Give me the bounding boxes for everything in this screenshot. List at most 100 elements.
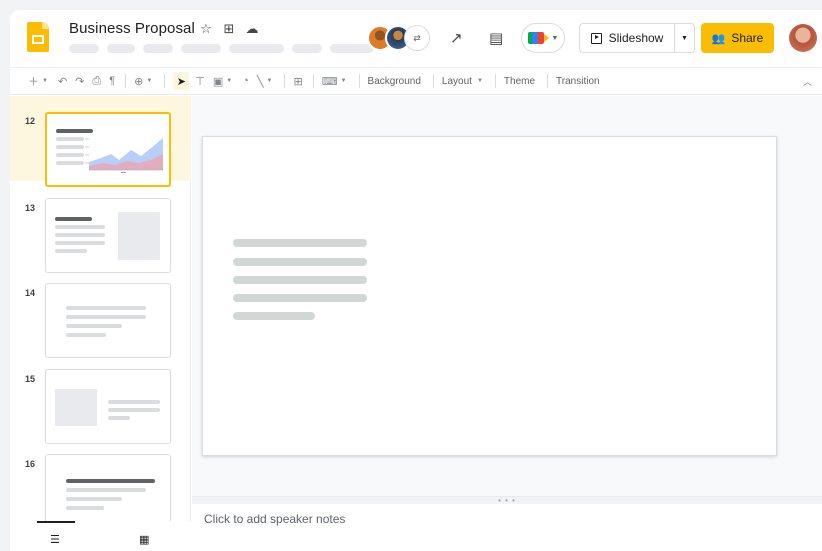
meet-button[interactable]: ▼ [521,23,565,53]
toolbar-divider [164,74,166,88]
paint-format-icon[interactable]: ¶ [109,75,115,87]
document-title[interactable]: Business Proposal [69,20,195,37]
shape-icon[interactable]: ◔ [242,75,249,87]
thumb-title [55,217,92,221]
thumb-area-chart [85,138,163,173]
input-tools-icon[interactable]: ⌨ [322,75,338,88]
thumb-line [66,488,146,492]
current-slide[interactable] [202,136,777,456]
menu-item[interactable] [143,44,173,53]
slides-logo-icon[interactable] [27,22,49,52]
slide-thumbnail-12[interactable] [45,112,171,187]
thumb-line [55,249,87,253]
slide-number: 16 [25,459,36,469]
grid-view-icon[interactable]: ▦ [139,533,149,546]
add-comment-icon[interactable]: ⊞ [293,75,302,88]
slide-text-line [233,276,367,284]
insert-image-icon[interactable]: ▣ [213,75,223,88]
more-collaborators-icon[interactable]: ⇄ [404,25,430,51]
slide-thumbnail-16[interactable] [45,454,171,529]
thumb-line [56,137,84,141]
chevron-down-icon[interactable]: ▼ [226,78,232,84]
chevron-down-icon[interactable]: ▼ [42,78,48,84]
slide-number: 14 [25,288,36,298]
redo-icon[interactable]: ↷ [75,75,84,88]
menu-item[interactable] [107,44,135,53]
filmstrip: 12 13 14 15 16 ☰ ▦ [10,96,191,551]
notes-resize-handle[interactable]: • • • [192,496,822,505]
menu-item[interactable] [229,44,284,53]
chevron-down-icon: ▼ [551,34,559,42]
chevron-down-icon[interactable]: ▼ [267,78,273,84]
slideshow-label: Slideshow [608,31,664,45]
slide-text-line [233,258,367,266]
select-cursor-icon[interactable]: ➤ [173,72,190,90]
comment-history-icon[interactable]: ▤ [489,29,503,47]
slideshow-options-button[interactable]: ▼ [675,24,694,52]
undo-icon[interactable]: ↶ [58,75,67,88]
thumb-title [66,479,155,483]
list-view-icon[interactable]: ☰ [50,533,60,546]
menu-item[interactable] [69,44,99,53]
background-button[interactable]: Background [368,76,421,87]
slide-thumbnail-15[interactable] [45,369,171,444]
title-icons: ☆ ⊞ ☁ [199,21,259,37]
title-bar: Business Proposal ☆ ⊞ ☁ ⇄ ↗ ▤ ▼ Slidesho… [10,10,822,66]
thumb-image-placeholder [55,389,97,426]
toolbar-divider [358,74,360,88]
thumb-title [56,129,93,133]
thumb-line [55,241,105,245]
view-tab-indicator [37,521,75,523]
toolbar-divider [312,74,314,88]
text-box-icon[interactable]: ⊤ [195,75,205,88]
thumb-line [108,400,160,404]
thumb-image-placeholder [118,212,160,260]
layout-button[interactable]: Layout [442,76,472,87]
slide-text-line [233,239,367,247]
thumb-line [66,497,122,501]
thumb-line [56,145,84,149]
cloud-saved-icon[interactable]: ☁ [245,21,259,37]
collaborator-avatars: ⇄ [367,25,431,53]
slide-number: 15 [25,374,36,384]
toolbar-divider [284,74,286,88]
speaker-notes[interactable]: Click to add speaker notes [192,504,822,551]
thumb-line [108,408,160,412]
filmstrip-footer: ☰ ▦ [10,521,191,551]
slides-app: Business Proposal ☆ ⊞ ☁ ⇄ ↗ ▤ ▼ Slidesho… [10,10,822,551]
thumb-line [66,306,146,310]
chevron-down-icon[interactable]: ▼ [341,78,347,84]
thumb-line [55,225,105,229]
thumb-line [66,324,122,328]
menu-item[interactable] [292,44,322,53]
theme-button[interactable]: Theme [504,76,535,87]
thumb-line [66,315,146,319]
new-slide-icon[interactable]: ＋ [28,73,39,89]
move-to-folder-icon[interactable]: ⊞ [222,21,236,37]
slide-thumbnail-13[interactable] [45,198,171,273]
thumb-line [56,161,84,165]
present-icon [590,32,602,44]
activity-dashboard-icon[interactable]: ↗ [450,29,463,47]
menu-item[interactable] [181,44,221,53]
zoom-icon[interactable]: ⊕ [134,75,143,88]
meet-icon [527,32,549,44]
toolbar: ＋ ▼ ↶ ↷ ⎙ ¶ ⊕ ▼ ➤ ⊤ ▣ ▼ ◔ ╲ ▼ ⊞ ⌨ ▼ Back… [10,67,822,95]
collapse-toolbar-icon[interactable]: ︿ [803,75,812,88]
slide-thumbnail-14[interactable] [45,283,171,358]
account-avatar[interactable] [789,24,817,52]
print-icon[interactable]: ⎙ [92,75,101,88]
line-icon[interactable]: ╲ [257,75,264,88]
thumb-line [56,153,84,157]
thumb-line [66,506,104,510]
toolbar-divider [547,74,549,88]
share-button[interactable]: 👥 Share [701,23,774,53]
chevron-down-icon[interactable]: ▼ [477,78,483,84]
slide-text-line [233,294,367,302]
transition-button[interactable]: Transition [556,76,600,87]
chevron-down-icon[interactable]: ▼ [146,78,152,84]
menu-bar [69,44,374,53]
star-icon[interactable]: ☆ [199,21,213,37]
slideshow-button[interactable]: Slideshow [580,24,675,52]
toolbar-divider [494,74,496,88]
